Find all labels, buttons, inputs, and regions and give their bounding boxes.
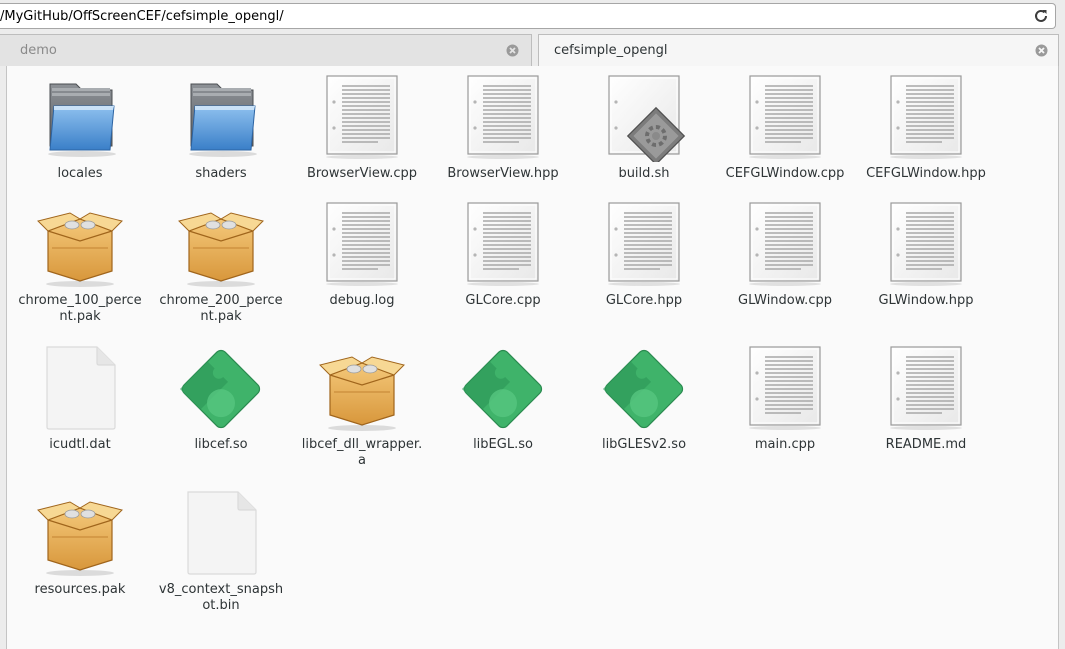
- file-item[interactable]: libGLESv2.so: [579, 345, 709, 453]
- file-name: GLCore.hpp: [605, 293, 683, 308]
- file-item[interactable]: shaders: [156, 74, 286, 182]
- file-item[interactable]: CEFGLWindow.hpp: [861, 74, 991, 182]
- file-item[interactable]: CEFGLWindow.cpp: [720, 74, 850, 182]
- blank-file-icon: [171, 490, 271, 578]
- file-name: icudtl.dat: [49, 437, 111, 452]
- shared-library-icon: [594, 345, 694, 433]
- text-file-icon: [876, 74, 976, 162]
- text-file-icon: [453, 201, 553, 289]
- package-icon: [171, 201, 271, 289]
- file-item[interactable]: chrome_100_percent.pak: [15, 201, 145, 325]
- file-item[interactable]: chrome_200_percent.pak: [156, 201, 286, 325]
- close-icon[interactable]: [506, 44, 519, 57]
- file-item[interactable]: GLWindow.cpp: [720, 201, 850, 309]
- file-name: libcef_dll_wrapper.a: [301, 437, 423, 468]
- file-item[interactable]: locales: [15, 74, 145, 182]
- reload-icon[interactable]: [1033, 8, 1049, 24]
- text-file-icon: [735, 74, 835, 162]
- text-file-icon: [453, 74, 553, 162]
- file-name: BrowserView.hpp: [447, 166, 559, 181]
- file-item[interactable]: BrowserView.hpp: [438, 74, 568, 182]
- file-name: main.cpp: [754, 437, 816, 452]
- package-icon: [312, 345, 412, 433]
- file-name: chrome_200_percent.pak: [159, 293, 283, 324]
- file-item[interactable]: debug.log: [297, 201, 427, 309]
- file-name: shaders: [195, 166, 247, 181]
- text-file-icon: [312, 74, 412, 162]
- file-item[interactable]: libcef_dll_wrapper.a: [297, 345, 427, 469]
- file-item[interactable]: GLCore.cpp: [438, 201, 568, 309]
- shared-library-icon: [453, 345, 553, 433]
- package-icon: [30, 201, 130, 289]
- tab-label: demo: [20, 43, 57, 58]
- tab-demo[interactable]: demo: [0, 34, 532, 66]
- file-item[interactable]: v8_context_snapshot.bin: [156, 490, 286, 614]
- file-name: BrowserView.cpp: [306, 166, 418, 181]
- text-file-icon: [594, 201, 694, 289]
- file-name: libGLESv2.so: [601, 437, 687, 452]
- folder-icon: [171, 74, 271, 162]
- location-path[interactable]: /MyGitHub/OffScreenCEF/cefsimple_opengl/: [0, 9, 284, 24]
- file-name: resources.pak: [34, 582, 126, 597]
- text-file-icon: [735, 345, 835, 433]
- text-file-icon: [876, 345, 976, 433]
- file-item[interactable]: icudtl.dat: [15, 345, 145, 453]
- file-name: build.sh: [618, 166, 670, 181]
- file-name: CEFGLWindow.hpp: [866, 166, 986, 181]
- file-name: libEGL.so: [473, 437, 533, 452]
- file-item[interactable]: BrowserView.cpp: [297, 74, 427, 182]
- text-file-icon: [735, 201, 835, 289]
- file-name: GLWindow.cpp: [738, 293, 832, 308]
- package-icon: [30, 490, 130, 578]
- file-name: libcef.so: [194, 437, 248, 452]
- tab-label: cefsimple_opengl: [554, 43, 668, 58]
- file-item[interactable]: libEGL.so: [438, 345, 568, 453]
- blank-file-icon: [30, 345, 130, 433]
- close-icon[interactable]: [1035, 44, 1048, 57]
- file-name: chrome_100_percent.pak: [18, 293, 142, 324]
- file-item[interactable]: GLCore.hpp: [579, 201, 709, 309]
- file-name: GLCore.cpp: [465, 293, 541, 308]
- shared-library-icon: [171, 345, 271, 433]
- tab-cefsimple-opengl[interactable]: cefsimple_opengl: [538, 34, 1059, 66]
- text-file-icon: [876, 201, 976, 289]
- file-item[interactable]: libcef.so: [156, 345, 286, 453]
- file-item[interactable]: main.cpp: [720, 345, 850, 453]
- file-name: debug.log: [329, 293, 395, 308]
- file-item[interactable]: resources.pak: [15, 490, 145, 598]
- file-name: CEFGLWindow.cpp: [725, 166, 845, 181]
- file-name: v8_context_snapshot.bin: [158, 582, 284, 613]
- file-item[interactable]: GLWindow.hpp: [861, 201, 991, 309]
- file-name: README.md: [885, 437, 967, 452]
- text-file-icon: [312, 201, 412, 289]
- file-item[interactable]: README.md: [861, 345, 991, 453]
- file-icon-view[interactable]: locales shaders BrowserView.cpp BrowserV…: [6, 66, 1059, 649]
- file-name: GLWindow.hpp: [878, 293, 974, 308]
- folder-icon: [30, 74, 130, 162]
- tab-bar: demo cefsimple_opengl: [0, 34, 1065, 66]
- script-file-icon: [594, 74, 694, 162]
- file-item[interactable]: build.sh: [579, 74, 709, 182]
- location-bar[interactable]: /MyGitHub/OffScreenCEF/cefsimple_opengl/: [0, 3, 1056, 29]
- file-name: locales: [57, 166, 103, 181]
